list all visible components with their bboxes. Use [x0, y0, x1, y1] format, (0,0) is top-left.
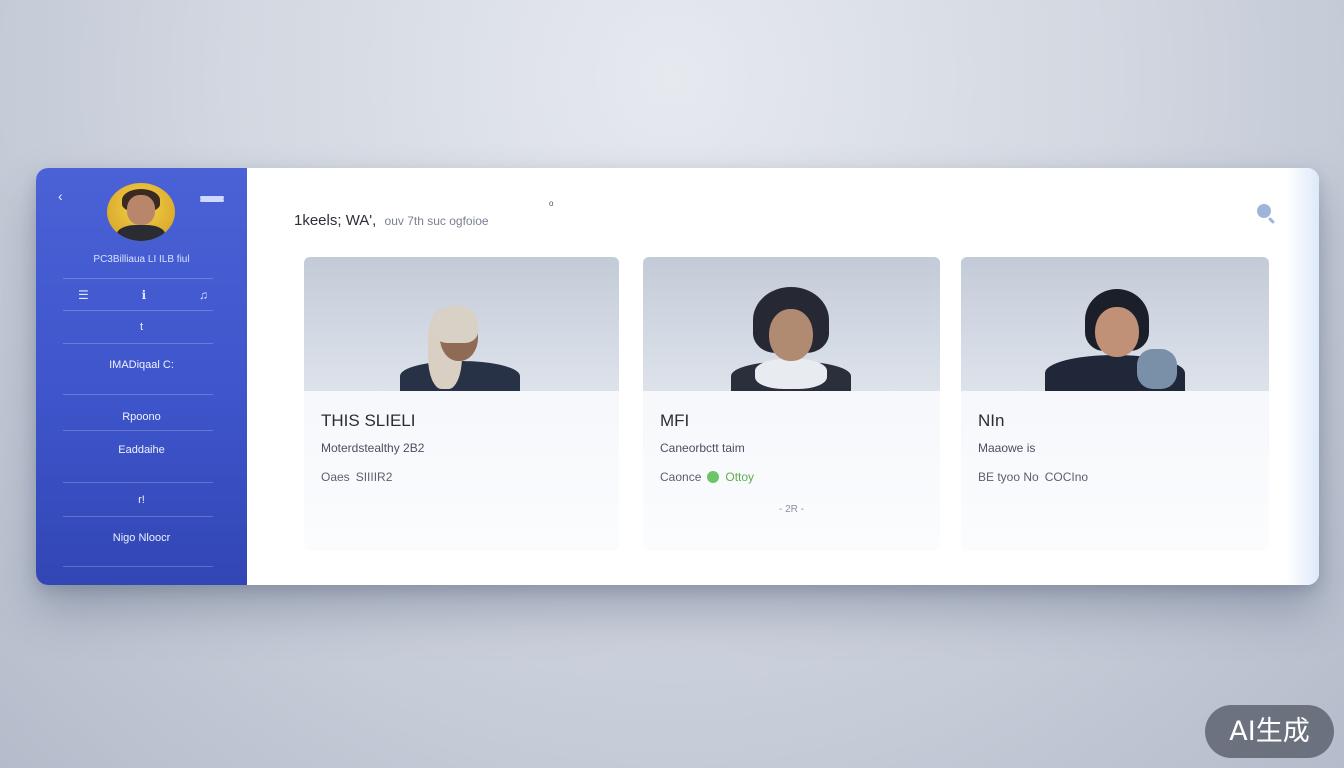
card-subtitle: Maaowe is [978, 441, 1036, 455]
sidebar-item-5[interactable]: r! [36, 494, 247, 506]
divider [63, 566, 213, 567]
avatar[interactable] [107, 183, 175, 241]
sidebar: ‹ PC3Billiaua LI ILB fiul ☰ ℹ ♫ t IMADiq… [36, 168, 247, 585]
card-meta-label: Caonce [660, 470, 702, 484]
sidebar-icon-row: ☰ ℹ ♫ [78, 288, 208, 302]
page-title-text: 1keels; WA', [294, 212, 377, 229]
divider [63, 278, 213, 279]
card-meta: Caonce Ottoy [660, 470, 754, 484]
card-meta-value: SIIIIR2 [355, 470, 393, 484]
card-meta: Oaes SIIIIR2 [321, 470, 392, 484]
page-subtitle: ouv 7th suc ogfoioe [384, 214, 489, 228]
search-icon[interactable] [1257, 204, 1271, 218]
list-icon[interactable]: ☰ [78, 288, 89, 302]
card-title: NIn [978, 411, 1005, 430]
status-text: Ottoy [725, 470, 755, 484]
divider [63, 516, 213, 517]
panel-edge [1287, 168, 1319, 585]
card-photo [304, 257, 619, 391]
card-note: - 2R - [779, 504, 804, 515]
card-meta: BE tyoo No COCIno [978, 470, 1088, 484]
info-icon[interactable]: ℹ [142, 288, 147, 302]
page-title: 1keels; WA', ouv 7th suc ogfoioe [294, 212, 489, 229]
card-meta-value: COCIno [1044, 470, 1089, 484]
menu-icon[interactable] [200, 196, 224, 199]
divider [63, 310, 213, 311]
ai-generated-badge: AI生成 [1205, 705, 1334, 758]
card-meta-label: BE tyoo No [978, 470, 1039, 484]
sidebar-item-6[interactable]: Nigo Nloocr [36, 532, 247, 544]
card-title: THIS SLIELI [321, 411, 416, 430]
status-dot-icon [707, 471, 720, 483]
card-subtitle: Caneorbctt taim [660, 441, 745, 455]
app-window: ‹ PC3Billiaua LI ILB fiul ☰ ℹ ♫ t IMADiq… [36, 168, 1319, 585]
divider [63, 394, 213, 395]
profile-name: PC3Billiaua LI ILB fiul [93, 254, 190, 265]
sidebar-item-3[interactable]: Rpoono [36, 411, 247, 423]
back-icon[interactable]: ‹ [58, 188, 63, 204]
profile-card[interactable]: THIS SLIELI Moterdstealthy 2B2 Oaes SIII… [304, 257, 619, 551]
sound-icon[interactable]: ♫ [199, 288, 208, 302]
profile-card[interactable]: MFI Caneorbctt taim Caonce Ottoy - 2R - [643, 257, 940, 551]
card-meta-label: Oaes [321, 470, 350, 484]
card-title: MFI [660, 411, 690, 430]
card-photo [961, 257, 1269, 391]
sidebar-item-2[interactable]: IMADiqaal C: [36, 359, 247, 371]
profile-card[interactable]: NIn Maaowe is BE tyoo No COCIno [961, 257, 1269, 551]
sidebar-item-1[interactable]: t [36, 321, 247, 333]
divider [63, 482, 213, 483]
sidebar-item-4[interactable]: Eaddaihe [36, 444, 247, 456]
divider [63, 343, 213, 344]
main-panel: 1keels; WA', ouv 7th suc ogfoioe o THIS … [247, 168, 1319, 585]
card-subtitle: Moterdstealthy 2B2 [321, 441, 425, 455]
divider [63, 430, 213, 431]
title-dot: o [549, 199, 554, 208]
card-photo [643, 257, 940, 391]
